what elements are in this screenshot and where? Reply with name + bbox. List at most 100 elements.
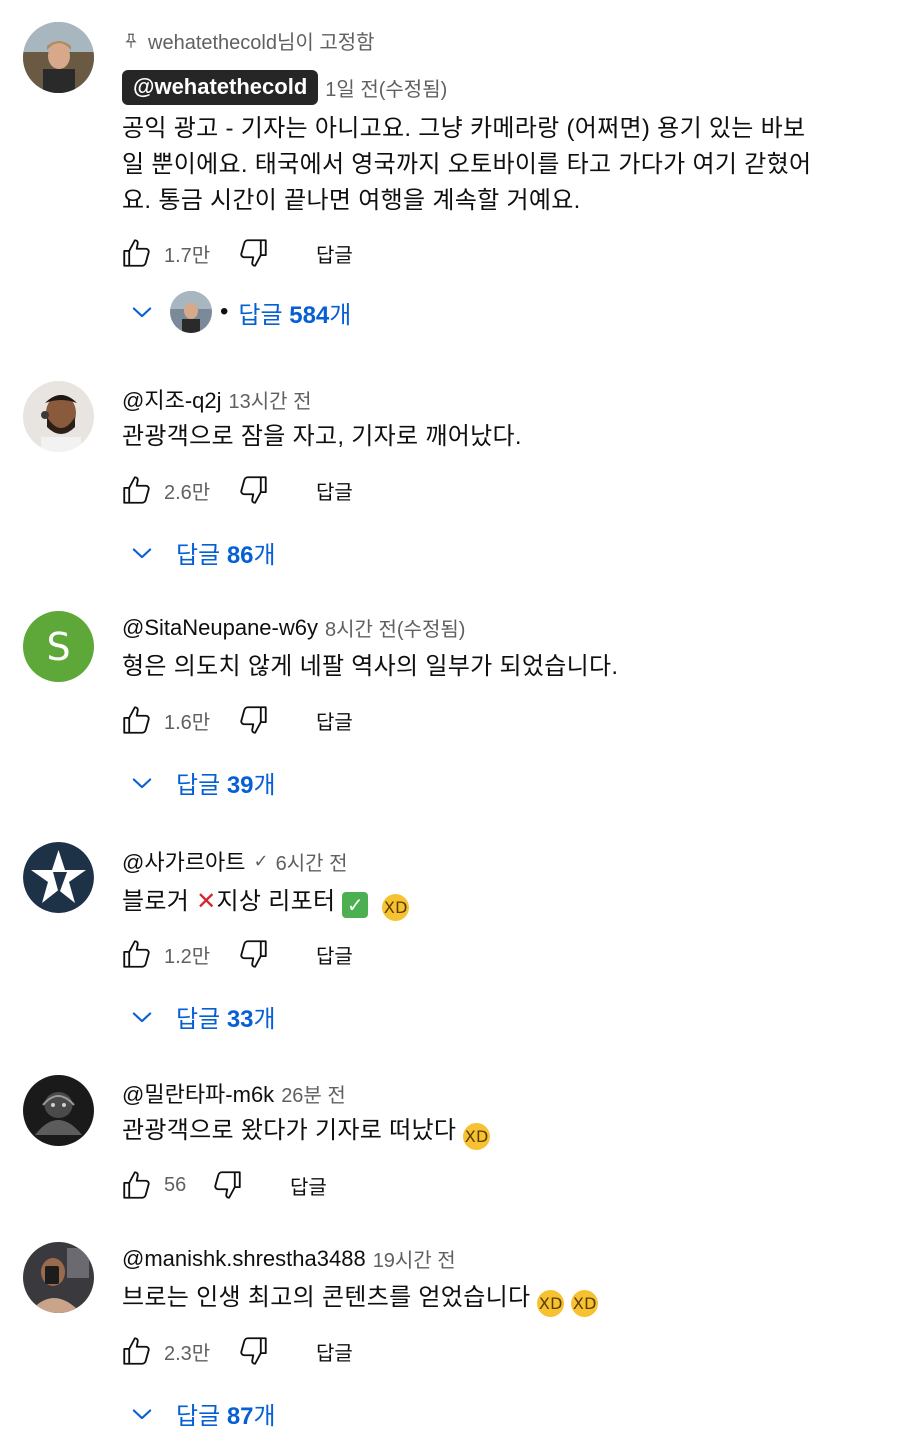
replies-prefix: 답글 bbox=[238, 301, 290, 329]
replies-count: 87 bbox=[226, 1403, 254, 1430]
like-count: 1.7만 bbox=[164, 244, 211, 267]
comment-text-line: 요. 통금 시간이 끝나면 여행을 계속할 거예요. bbox=[122, 187, 581, 214]
author-name[interactable]: @지조-q2j bbox=[122, 383, 222, 415]
dislike-button[interactable] bbox=[234, 471, 272, 509]
thumbs-up-icon bbox=[120, 236, 154, 270]
chevron-down-icon bbox=[128, 539, 156, 567]
comment-actions: 1.2만 답글 bbox=[118, 934, 353, 974]
comment-header: @wehatethecold 1일 전(수정됨) bbox=[122, 70, 447, 105]
like-button[interactable] bbox=[118, 471, 156, 509]
replies-label: 답글 39개 bbox=[176, 765, 276, 800]
thumbs-down-icon bbox=[210, 1168, 244, 1202]
replies-prefix: 답글 bbox=[176, 1006, 227, 1033]
reply-button[interactable]: 답글 bbox=[316, 1337, 353, 1366]
cross-mark-emoji-icon: ✕ bbox=[196, 887, 217, 915]
replies-suffix: 개 bbox=[253, 1006, 276, 1033]
chevron-down-icon bbox=[128, 769, 156, 797]
like-count: 2.3만 bbox=[164, 1342, 211, 1365]
view-replies-button[interactable]: • 답글 584개 bbox=[128, 291, 351, 333]
like-count: 1.6만 bbox=[164, 711, 211, 734]
comment-actions: 1.6만 답글 bbox=[118, 700, 353, 740]
like-button[interactable] bbox=[118, 234, 156, 272]
thumbs-down-icon bbox=[236, 1334, 270, 1368]
comment-time[interactable]: 19시간 전 bbox=[373, 1244, 456, 1273]
comment-header: @사가르아트 ✓ 6시간 전 bbox=[122, 845, 348, 877]
replies-prefix: 답글 bbox=[176, 542, 227, 569]
author-name[interactable]: @wehatethecold bbox=[122, 70, 319, 105]
comment-text: 관광객으로 왔다가 기자로 떠났다 XD bbox=[122, 1113, 882, 1150]
view-replies-button[interactable]: 답글 87개 bbox=[128, 1396, 276, 1431]
comment-actions: 2.3만 답글 bbox=[118, 1331, 353, 1371]
author-name[interactable]: @밀란타파-m6k bbox=[122, 1077, 274, 1109]
dislike-button[interactable] bbox=[234, 234, 272, 272]
avatar[interactable] bbox=[23, 22, 94, 93]
comment-actions: 2.6만 답글 bbox=[118, 470, 353, 510]
replies-suffix: 개 bbox=[253, 542, 276, 569]
avatar-letter: S bbox=[46, 624, 71, 669]
comment-text: 브로는 인생 최고의 콘텐츠를 얻었습니다 XD XD bbox=[122, 1280, 882, 1317]
comment-text-line: 일 뿐이에요. 태국에서 영국까지 오토바이를 타고 가다가 여기 갇혔어 bbox=[122, 151, 812, 178]
author-name[interactable]: @manishk.shrestha3488 bbox=[122, 1246, 366, 1272]
like-button[interactable] bbox=[118, 701, 156, 739]
thumbs-down-icon bbox=[236, 236, 270, 270]
dislike-button[interactable] bbox=[234, 935, 272, 973]
thumbs-down-icon bbox=[236, 703, 270, 737]
replies-count: 584 bbox=[289, 301, 330, 329]
chevron-down-icon bbox=[128, 298, 156, 326]
author-name[interactable]: @사가르아트 bbox=[122, 845, 246, 877]
like-button[interactable] bbox=[118, 935, 156, 973]
comment-time[interactable]: 1일 전(수정됨) bbox=[325, 73, 447, 102]
replies-count: 86 bbox=[226, 542, 254, 569]
comment-header: @지조-q2j 13시간 전 bbox=[122, 383, 312, 415]
comment-time[interactable]: 8시간 전(수정됨) bbox=[325, 613, 465, 642]
replies-label: 답글 584개 bbox=[238, 295, 351, 330]
replies-prefix: 답글 bbox=[176, 772, 227, 799]
comment-time[interactable]: 26분 전 bbox=[281, 1079, 346, 1108]
pinned-label: wehatethecold님이 고정함 bbox=[122, 26, 375, 55]
creator-avatar bbox=[170, 291, 212, 333]
replies-suffix: 개 bbox=[253, 1403, 276, 1430]
reply-button[interactable]: 답글 bbox=[316, 239, 353, 268]
comment-header: @SitaNeupane-w6y 8시간 전(수정됨) bbox=[122, 613, 465, 642]
thumbs-up-icon bbox=[120, 703, 154, 737]
thumbs-down-icon bbox=[236, 473, 270, 507]
thumbs-down-icon bbox=[236, 937, 270, 971]
avatar[interactable] bbox=[23, 1242, 94, 1313]
replies-count: 33 bbox=[226, 1006, 254, 1033]
reply-button[interactable]: 답글 bbox=[316, 706, 353, 735]
replies-count: 39 bbox=[226, 772, 254, 799]
chevron-down-icon bbox=[128, 1003, 156, 1031]
replies-label: 답글 86개 bbox=[176, 535, 276, 570]
view-replies-button[interactable]: 답글 86개 bbox=[128, 535, 276, 570]
comment-time[interactable]: 6시간 전 bbox=[276, 847, 348, 876]
chevron-down-icon bbox=[128, 1400, 156, 1428]
avatar[interactable]: S bbox=[23, 611, 94, 682]
like-count: 2.6만 bbox=[164, 481, 211, 504]
dislike-button[interactable] bbox=[234, 701, 272, 739]
reply-button[interactable]: 답글 bbox=[316, 476, 353, 505]
comment-time[interactable]: 13시간 전 bbox=[229, 385, 312, 414]
comment-text-part: 블로거 bbox=[122, 888, 197, 915]
avatar[interactable] bbox=[23, 381, 94, 452]
thumbs-up-icon bbox=[120, 1168, 154, 1202]
reply-button[interactable]: 답글 bbox=[290, 1171, 327, 1200]
pin-icon bbox=[125, 33, 137, 48]
comment-actions: 1.7만 답글 bbox=[118, 233, 353, 273]
view-replies-button[interactable]: 답글 39개 bbox=[128, 765, 276, 800]
avatar[interactable] bbox=[23, 842, 94, 913]
like-count: 1.2만 bbox=[164, 945, 211, 968]
thumbs-up-icon bbox=[120, 473, 154, 507]
like-button[interactable] bbox=[118, 1332, 156, 1370]
view-replies-button[interactable]: 답글 33개 bbox=[128, 999, 276, 1034]
author-name[interactable]: @SitaNeupane-w6y bbox=[122, 615, 318, 641]
reply-button[interactable]: 답글 bbox=[316, 940, 353, 969]
avatar[interactable] bbox=[23, 1075, 94, 1146]
comment-text: 관광객으로 잠을 자고, 기자로 깨어났다. bbox=[122, 423, 522, 450]
comment-actions: 56 답글 bbox=[118, 1165, 327, 1205]
like-button[interactable] bbox=[118, 1166, 156, 1204]
laughing-emoji-icon: XD bbox=[382, 894, 410, 921]
dislike-button[interactable] bbox=[234, 1332, 272, 1370]
comment-header: @manishk.shrestha3488 19시간 전 bbox=[122, 1244, 456, 1273]
comment-header: @밀란타파-m6k 26분 전 bbox=[122, 1077, 346, 1109]
dislike-button[interactable] bbox=[208, 1166, 246, 1204]
